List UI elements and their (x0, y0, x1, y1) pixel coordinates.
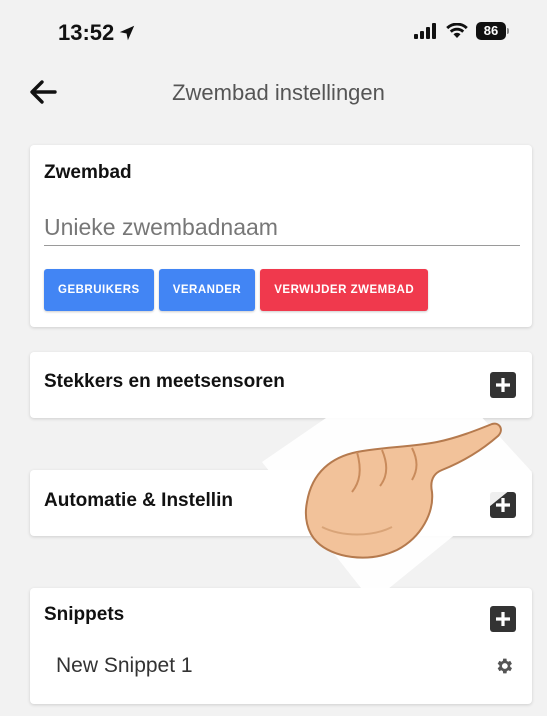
plugs-sensors-card: Stekkers en meetsensoren (30, 352, 532, 418)
add-plug-icon[interactable] (490, 372, 516, 398)
delete-pool-button[interactable]: VERWIJDER ZWEMBAD (260, 269, 429, 311)
users-button[interactable]: GEBRUIKERS (44, 269, 154, 311)
snippet-item[interactable]: New Snippet 1 (30, 646, 532, 686)
battery-indicator: 86 (476, 22, 509, 40)
snippets-card: Snippets New Snippet 1 (30, 588, 532, 704)
automation-card: Automatie & Instellin (30, 470, 532, 536)
app-header: Zwembad instellingen (0, 64, 547, 120)
battery-level: 86 (476, 22, 506, 40)
status-indicators: 86 (414, 22, 509, 40)
snippets-title: Snippets (44, 604, 125, 625)
wifi-icon (446, 23, 468, 38)
gear-icon[interactable] (494, 656, 514, 676)
status-time: 13:52 (58, 20, 136, 46)
add-snippet-icon[interactable] (490, 606, 516, 632)
pool-card-title: Zwembad (44, 162, 132, 183)
change-button[interactable]: VERANDER (158, 269, 256, 311)
location-arrow-icon (120, 25, 135, 41)
plugs-sensors-title: Stekkers en meetsensoren (44, 371, 285, 392)
status-bar: 13:52 86 (0, 0, 547, 64)
pool-card: Zwembad GEBRUIKERS VERANDER VERWIJDER ZW… (30, 145, 532, 327)
page-title: Zwembad instellingen (172, 80, 385, 105)
battery-tip (507, 28, 509, 34)
status-time-label: 13:52 (58, 20, 115, 45)
signal-icon (414, 23, 436, 39)
snippet-item-label: New Snippet 1 (56, 654, 193, 677)
automation-title: Automatie & Instellin (44, 490, 233, 511)
add-automation-icon[interactable] (490, 492, 516, 518)
pool-name-input[interactable] (44, 209, 520, 246)
pool-actions: GEBRUIKERS VERANDER VERWIJDER ZWEMBAD (44, 269, 429, 311)
